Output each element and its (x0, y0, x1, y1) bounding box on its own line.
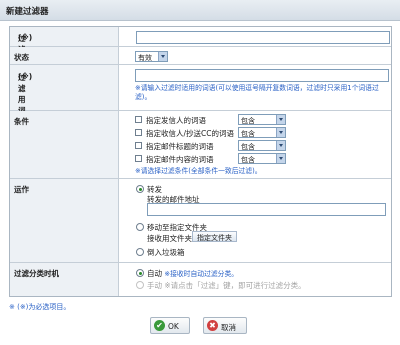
cancel-button[interactable]: ✖ 取消 (203, 317, 247, 334)
condition-body-select[interactable]: 包含 (238, 153, 286, 164)
filter-form: 过滤器名(※) 状态 有效 过滤用词语(※) ※请输入过滤时适用的词语(可以使用… (9, 26, 392, 297)
timing-manual-radio[interactable] (136, 281, 144, 289)
condition-sender-label: 指定发信人的词语 (146, 116, 206, 125)
dialog-titlebar: 新建过滤器 (0, 0, 400, 21)
condition-subject-label: 指定邮件标题的词语 (146, 142, 214, 151)
condition-sender-select[interactable]: 包含 (238, 114, 286, 125)
row-action: 运作 转发 转发的邮件地址 移动至指定文件夹 接收用文件夹 指定文件夹 倒入垃圾… (10, 179, 391, 263)
timing-manual-desc: ※请点击「过滤」键，即可进行过滤分类。 (164, 281, 306, 290)
timing-label: 过滤分类时机 (14, 269, 59, 278)
chevron-down-icon (158, 52, 167, 61)
chevron-down-icon (276, 115, 285, 124)
chevron-down-icon (276, 141, 285, 150)
action-trash-radio[interactable] (136, 248, 144, 256)
check-icon: ✔ (154, 320, 165, 331)
row-filter-name: 过滤器名(※) (10, 27, 391, 76)
dialog-title: 新建过滤器 (6, 7, 49, 17)
condition-recipient-label: 指定收信人/抄送CC的词语 (146, 129, 234, 138)
condition-subject-select[interactable]: 包含 (238, 140, 286, 151)
action-forward-radio[interactable] (136, 185, 144, 193)
chevron-down-icon (276, 128, 285, 137)
timing-auto-radio[interactable] (136, 269, 144, 277)
status-select[interactable]: 有效 (135, 51, 168, 62)
timing-manual-label: 手动 ※请点击「过滤」键，即可进行过滤分类。 (147, 281, 306, 290)
conditions-label: 条件 (14, 117, 29, 126)
row-conditions: 条件 指定发信人的词语 包含 指定收信人/抄送CC的词语 包含 指定邮件标题的词… (10, 111, 391, 179)
condition-body-checkbox[interactable] (135, 155, 142, 162)
folder-label: 接收用文件夹 (147, 234, 192, 243)
conditions-hint: ※请选择过滤条件(全部条件一致后过滤)。 (135, 167, 262, 175)
required-mark: (※) (18, 33, 33, 42)
timing-auto-desc: ※接收时自动过滤分类。 (164, 270, 239, 278)
row-status: 状态 有效 (10, 47, 391, 65)
forward-address-input[interactable] (147, 203, 386, 216)
filter-name-input[interactable] (136, 31, 390, 44)
ok-button[interactable]: ✔ OK (150, 317, 190, 334)
action-move-radio[interactable] (136, 223, 144, 231)
condition-subject-checkbox[interactable] (135, 142, 142, 149)
close-icon: ✖ (207, 320, 218, 331)
timing-auto-label: 自动 ※接收时自动过滤分类。 (147, 269, 239, 278)
required-mark: (※) (18, 72, 33, 81)
action-label: 运作 (14, 185, 29, 194)
condition-sender-checkbox[interactable] (135, 116, 142, 123)
keywords-hint: ※请输入过滤时适用的词语(可以使用逗号隔开复数词语，过滤时只采用1个词语过滤)。 (135, 84, 379, 101)
keywords-input[interactable] (135, 69, 389, 82)
condition-recipient-checkbox[interactable] (135, 129, 142, 136)
chevron-down-icon (276, 154, 285, 163)
action-trash-label: 倒入垃圾箱 (147, 248, 185, 257)
required-note: ※ (※)为必选项目。 (9, 303, 71, 311)
status-label: 状态 (14, 53, 29, 62)
row-timing: 过滤分类时机 自动 ※接收时自动过滤分类。 手动 ※请点击「过滤」键，即可进行过… (10, 263, 391, 296)
condition-recipient-select[interactable]: 包含 (238, 127, 286, 138)
choose-folder-button[interactable]: 指定文件夹 (192, 231, 237, 242)
row-keywords: 过滤用词语(※) ※请输入过滤时适用的词语(可以使用逗号隔开复数词语，过滤时只采… (10, 65, 391, 126)
condition-body-label: 指定邮件内容的词语 (146, 155, 214, 164)
